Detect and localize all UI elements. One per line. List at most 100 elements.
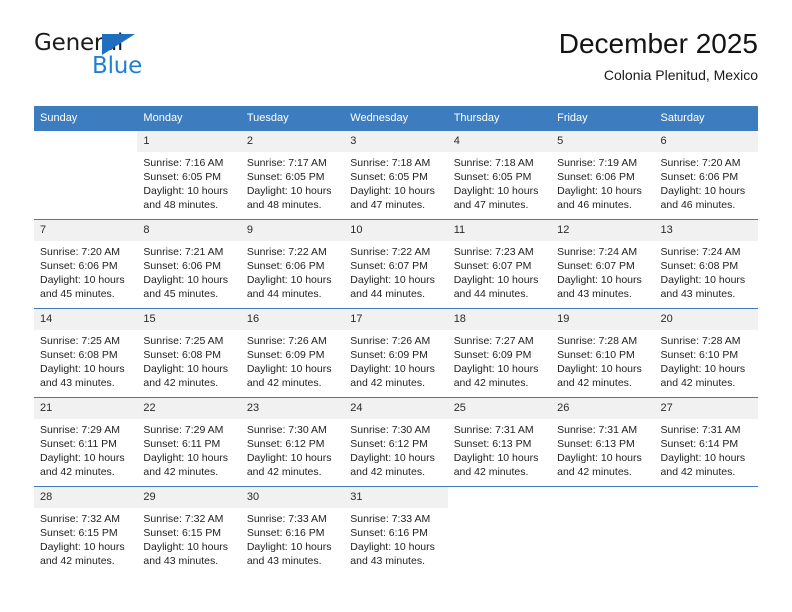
day-number — [654, 487, 758, 508]
day-details: Sunrise: 7:22 AM Sunset: 6:07 PM Daylight:… — [344, 241, 447, 301]
generalblue-logo[interactable]: General Blue — [34, 32, 254, 90]
day-details: Sunrise: 7:26 AM Sunset: 6:09 PM Daylight:… — [344, 330, 447, 390]
calendar-day-cell[interactable]: 16 Sunrise: 7:26 AM Sunset: 6:09 PM Dayligh… — [240, 308, 345, 398]
sunset-text: Sunset: 6:13 PM — [453, 438, 532, 450]
day-number: 26 — [551, 398, 655, 419]
sunset-text: Sunset: 6:05 PM — [143, 171, 222, 183]
calendar-day-cell[interactable]: 18 Sunrise: 7:27 AM Sunset: 6:09 PM Dayligh… — [447, 308, 552, 398]
sunset-text: Sunset: 6:15 PM — [143, 527, 222, 539]
sunrise-text: Sunrise: 7:26 AM — [246, 335, 327, 347]
calendar-week-row: 7 Sunrise: 7:20 AM Sunset: 6:06 PM Daylight… — [34, 219, 758, 309]
day-cell-content: 4 Sunrise: 7:18 AM Sunset: 6:05 PM Daylight… — [447, 131, 552, 219]
calendar-week-row: 1 Sunrise: 7:16 AM Sunset: 6:05 PM Daylight… — [34, 130, 758, 220]
calendar-day-cell[interactable]: 15 Sunrise: 7:25 AM Sunset: 6:08 PM Dayligh… — [137, 308, 241, 398]
day-number: 7 — [34, 220, 138, 241]
calendar-day-cell[interactable]: 14 Sunrise: 7:25 AM Sunset: 6:08 PM Dayligh… — [34, 308, 138, 398]
calendar-day-cell[interactable]: 31 Sunrise: 7:33 AM Sunset: 6:16 PM Dayligh… — [344, 486, 448, 575]
day-number: 6 — [654, 131, 758, 152]
daylight-text-cont: and 42 minutes. — [453, 377, 529, 389]
calendar-day-cell[interactable]: 1 Sunrise: 7:16 AM Sunset: 6:05 PM Daylight… — [137, 130, 241, 220]
day-number — [447, 487, 552, 508]
day-number: 31 — [344, 487, 448, 508]
calendar-week-row: 28 Sunrise: 7:32 AM Sunset: 6:15 PM Dayligh… — [34, 486, 758, 575]
day-number — [551, 487, 655, 508]
sunset-text: Sunset: 6:06 PM — [40, 260, 118, 272]
calendar-day-cell[interactable]: 23 Sunrise: 7:30 AM Sunset: 6:12 PM Dayligh… — [240, 397, 345, 487]
day-cell-content: 15 Sunrise: 7:25 AM Sunset: 6:08 PM Dayligh… — [137, 309, 241, 397]
daylight-text-cont: and 46 minutes. — [660, 199, 736, 211]
day-number: 18 — [447, 309, 552, 330]
calendar-day-cell[interactable]: 24 Sunrise: 7:30 AM Sunset: 6:12 PM Dayligh… — [344, 397, 448, 487]
day-number: 12 — [551, 220, 655, 241]
daylight-text: Daylight: 10 hours — [453, 274, 539, 286]
daylight-text: Daylight: 10 hours — [350, 274, 435, 286]
day-cell-content: 25 Sunrise: 7:31 AM Sunset: 6:13 PM Dayligh… — [447, 398, 552, 486]
calendar-day-cell — [34, 130, 138, 220]
sunset-text: Sunset: 6:05 PM — [453, 171, 532, 183]
calendar-day-cell[interactable]: 21 Sunrise: 7:29 AM Sunset: 6:11 PM Dayligh… — [34, 397, 138, 487]
calendar-day-cell[interactable]: 12 Sunrise: 7:24 AM Sunset: 6:07 PM Dayligh… — [551, 219, 655, 309]
weekday-header-thursday: Thursday — [447, 106, 552, 131]
calendar-day-cell[interactable]: 6 Sunrise: 7:20 AM Sunset: 6:06 PM Daylight… — [654, 130, 758, 220]
daylight-text: Daylight: 10 hours — [40, 363, 125, 375]
calendar-day-cell[interactable]: 7 Sunrise: 7:20 AM Sunset: 6:06 PM Daylight… — [34, 219, 138, 309]
sunset-text: Sunset: 6:06 PM — [246, 260, 325, 272]
calendar-day-cell[interactable]: 13 Sunrise: 7:24 AM Sunset: 6:08 PM Dayligh… — [654, 219, 758, 309]
calendar-day-cell[interactable]: 19 Sunrise: 7:28 AM Sunset: 6:10 PM Dayligh… — [551, 308, 655, 398]
day-number: 27 — [654, 398, 758, 419]
day-cell-content: 23 Sunrise: 7:30 AM Sunset: 6:12 PM Dayligh… — [240, 398, 345, 486]
day-number: 15 — [137, 309, 241, 330]
calendar-day-cell[interactable]: 20 Sunrise: 7:28 AM Sunset: 6:10 PM Dayligh… — [654, 308, 758, 398]
sunrise-text: Sunrise: 7:26 AM — [350, 335, 431, 347]
calendar-day-cell[interactable]: 28 Sunrise: 7:32 AM Sunset: 6:15 PM Dayligh… — [34, 486, 138, 575]
day-details: Sunrise: 7:25 AM Sunset: 6:08 PM Daylight:… — [137, 330, 240, 390]
daylight-text: Daylight: 10 hours — [660, 185, 746, 197]
weekday-header-tuesday: Tuesday — [240, 106, 345, 131]
calendar-day-cell[interactable]: 22 Sunrise: 7:29 AM Sunset: 6:11 PM Dayligh… — [137, 397, 241, 487]
sunrise-text: Sunrise: 7:22 AM — [246, 246, 327, 258]
day-number: 1 — [137, 131, 241, 152]
calendar-day-cell[interactable]: 25 Sunrise: 7:31 AM Sunset: 6:13 PM Dayligh… — [447, 397, 552, 487]
calendar-day-cell[interactable]: 4 Sunrise: 7:18 AM Sunset: 6:05 PM Daylight… — [447, 130, 552, 220]
daylight-text: Daylight: 10 hours — [246, 274, 332, 286]
calendar-day-cell[interactable]: 29 Sunrise: 7:32 AM Sunset: 6:15 PM Dayligh… — [137, 486, 241, 575]
calendar-day-cell[interactable]: 11 Sunrise: 7:23 AM Sunset: 6:07 PM Dayligh… — [447, 219, 552, 309]
calendar-day-cell[interactable]: 2 Sunrise: 7:17 AM Sunset: 6:05 PM Daylight… — [240, 130, 345, 220]
calendar-day-cell[interactable]: 9 Sunrise: 7:22 AM Sunset: 6:06 PM Daylight… — [240, 219, 345, 309]
daylight-text-cont: and 42 minutes. — [246, 377, 322, 389]
daylight-text-cont: and 42 minutes. — [143, 466, 219, 478]
daylight-text: Daylight: 10 hours — [40, 274, 125, 286]
calendar-day-cell[interactable]: 27 Sunrise: 7:31 AM Sunset: 6:14 PM Dayligh… — [654, 397, 758, 487]
daylight-text: Daylight: 10 hours — [557, 452, 642, 464]
sunrise-text: Sunrise: 7:29 AM — [40, 424, 120, 436]
sunrise-text: Sunrise: 7:20 AM — [660, 157, 741, 169]
calendar-grid: Sunday Monday Tuesday Wednesday Thursday… — [34, 106, 758, 575]
day-number: 17 — [344, 309, 448, 330]
day-details: Sunrise: 7:28 AM Sunset: 6:10 PM Daylight:… — [655, 330, 758, 390]
day-details: Sunrise: 7:20 AM Sunset: 6:06 PM Daylight:… — [655, 152, 758, 212]
day-cell-content: 9 Sunrise: 7:22 AM Sunset: 6:06 PM Daylight… — [240, 220, 345, 308]
day-details: Sunrise: 7:24 AM Sunset: 6:07 PM Daylight:… — [551, 241, 654, 301]
calendar-day-cell[interactable]: 3 Sunrise: 7:18 AM Sunset: 6:05 PM Daylight… — [344, 130, 448, 220]
sunset-text: Sunset: 6:09 PM — [246, 349, 325, 361]
day-cell-content: 5 Sunrise: 7:19 AM Sunset: 6:06 PM Daylight… — [551, 131, 655, 219]
sunrise-text: Sunrise: 7:29 AM — [143, 424, 224, 436]
daylight-text-cont: and 44 minutes. — [246, 288, 322, 300]
daylight-text: Daylight: 10 hours — [143, 185, 229, 197]
sunset-text: Sunset: 6:08 PM — [660, 260, 739, 272]
daylight-text: Daylight: 10 hours — [350, 185, 435, 197]
calendar-day-cell[interactable]: 17 Sunrise: 7:26 AM Sunset: 6:09 PM Dayligh… — [344, 308, 448, 398]
calendar-page: General Blue December 2025 Colonia Pleni… — [0, 0, 792, 612]
daylight-text: Daylight: 10 hours — [453, 363, 539, 375]
daylight-text-cont: and 42 minutes. — [350, 466, 425, 478]
sunset-text: Sunset: 6:16 PM — [246, 527, 325, 539]
calendar-day-cell[interactable]: 30 Sunrise: 7:33 AM Sunset: 6:16 PM Dayligh… — [240, 486, 345, 575]
sunset-text: Sunset: 6:10 PM — [557, 349, 635, 361]
calendar-day-cell[interactable]: 5 Sunrise: 7:19 AM Sunset: 6:06 PM Daylight… — [551, 130, 655, 220]
day-cell-content: 17 Sunrise: 7:26 AM Sunset: 6:09 PM Dayligh… — [344, 309, 448, 397]
calendar-day-cell[interactable]: 8 Sunrise: 7:21 AM Sunset: 6:06 PM Daylight… — [137, 219, 241, 309]
sunset-text: Sunset: 6:09 PM — [453, 349, 532, 361]
calendar-day-cell[interactable]: 26 Sunrise: 7:31 AM Sunset: 6:13 PM Dayligh… — [551, 397, 655, 487]
calendar-day-cell[interactable]: 10 Sunrise: 7:22 AM Sunset: 6:07 PM Dayligh… — [344, 219, 448, 309]
daylight-text: Daylight: 10 hours — [350, 452, 435, 464]
